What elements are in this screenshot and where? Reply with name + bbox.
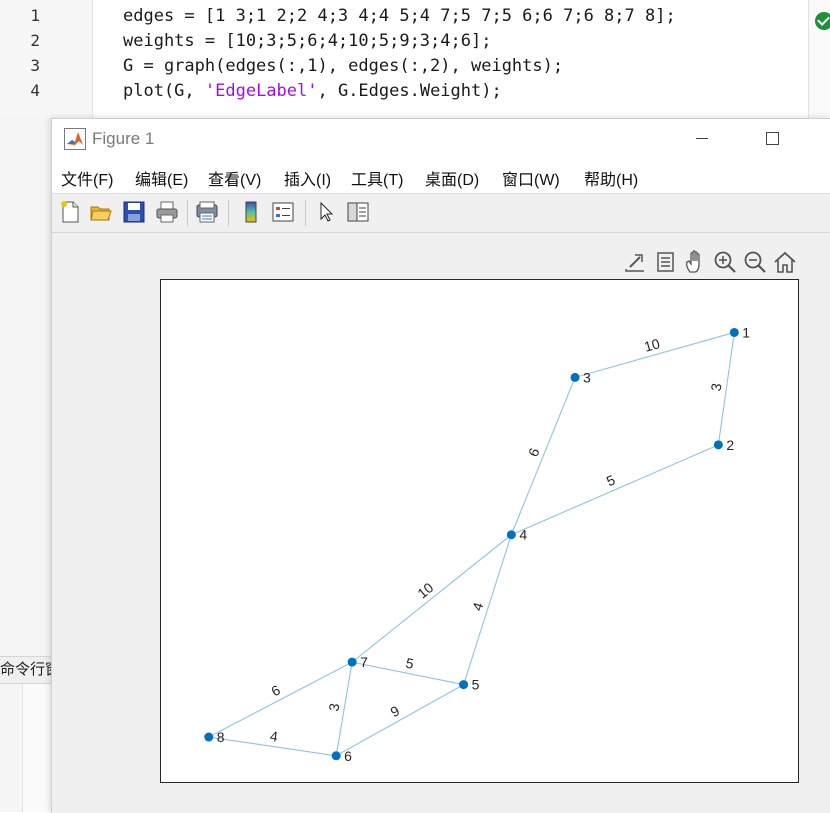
line-number: 3 bbox=[30, 56, 40, 75]
node-label: 8 bbox=[217, 729, 225, 745]
code-text: , G.Edges.Weight); bbox=[317, 81, 502, 101]
graph-edge-5-6 bbox=[335, 684, 464, 757]
colorbar-icon[interactable] bbox=[239, 200, 263, 224]
graph-node-1[interactable] bbox=[729, 327, 739, 337]
edge-weight-label: 4 bbox=[469, 600, 487, 612]
node-label: 4 bbox=[519, 527, 527, 543]
print-icon[interactable] bbox=[155, 200, 179, 224]
minimize-icon[interactable] bbox=[696, 138, 708, 139]
edge-weight-label: 3 bbox=[708, 382, 725, 392]
figure-toolbar bbox=[52, 194, 830, 233]
edge-weight-label: 3 bbox=[325, 702, 342, 713]
code-line[interactable]: plot(G, 'EdgeLabel', G.Edges.Weight); bbox=[123, 81, 502, 101]
menu-bar: 文件(F) 编辑(E) 查看(V) 插入(I) 工具(T) 桌面(D) 窗口(W… bbox=[52, 159, 830, 194]
node-label: 1 bbox=[742, 324, 750, 340]
graph-edge-4-5 bbox=[463, 534, 512, 685]
graph-node-7[interactable] bbox=[347, 657, 357, 667]
matlab-icon bbox=[64, 128, 86, 150]
graph-node-2[interactable] bbox=[713, 440, 723, 450]
zoom-in-icon[interactable] bbox=[712, 249, 738, 275]
menu-file[interactable]: 文件(F) bbox=[61, 166, 113, 190]
edge-weight-label: 10 bbox=[414, 579, 436, 601]
code-editor[interactable]: 1 edges = [1 3;1 2;2 4;3 4;4 5;4 7;5 7;5 … bbox=[0, 0, 830, 118]
node-label: 6 bbox=[344, 748, 352, 764]
menu-edit[interactable]: 编辑(E) bbox=[135, 166, 188, 190]
open-file-icon[interactable] bbox=[89, 200, 113, 224]
edge-weight-label: 9 bbox=[388, 702, 403, 720]
menu-tools[interactable]: 工具(T) bbox=[351, 166, 403, 190]
menu-window[interactable]: 窗口(W) bbox=[502, 166, 560, 190]
code-line[interactable]: weights = [10;3;5;6;4;10;5;9;3;4;6]; bbox=[123, 31, 491, 51]
menu-insert[interactable]: 插入(I) bbox=[284, 166, 331, 190]
edge-weight-label: 6 bbox=[525, 445, 543, 458]
node-label: 5 bbox=[472, 677, 480, 693]
code-text: weights = [10;3;5;6;4;10;5;9;3;4;6]; bbox=[123, 31, 492, 51]
new-figure-icon[interactable] bbox=[58, 200, 82, 224]
pan-icon[interactable] bbox=[682, 249, 708, 275]
command-window-header[interactable]: 命令行窗口 bbox=[0, 656, 52, 684]
edge-weight-label: 5 bbox=[404, 655, 415, 672]
node-label: 7 bbox=[360, 654, 368, 670]
zoom-out-icon[interactable] bbox=[742, 249, 768, 275]
data-tips-icon[interactable] bbox=[652, 249, 678, 275]
toolbar-separator bbox=[187, 200, 188, 226]
save-icon[interactable] bbox=[122, 200, 146, 224]
command-window[interactable] bbox=[22, 684, 53, 812]
edge-weight-label: 6 bbox=[269, 681, 284, 699]
graph-node-5[interactable] bbox=[459, 680, 469, 690]
check-circle-icon bbox=[815, 12, 830, 30]
edge-weight-label: 4 bbox=[269, 728, 279, 745]
code-line[interactable]: edges = [1 3;1 2;2 4;3 4;4 5;4 7;5 7;5 6… bbox=[123, 6, 676, 26]
print-preview-icon[interactable] bbox=[195, 200, 219, 224]
menu-help[interactable]: 帮助(H) bbox=[584, 166, 638, 190]
toolbar-separator bbox=[305, 200, 306, 226]
line-number: 2 bbox=[30, 31, 40, 50]
code-text: G = graph(edges(:,1), edges(:,2), weight… bbox=[123, 56, 564, 76]
figure-window: Figure 1 文件(F) 编辑(E) 查看(V) 插入(I) 工具(T) 桌… bbox=[51, 118, 830, 813]
graph-edge-4-7 bbox=[351, 534, 512, 663]
code-string-literal: 'EdgeLabel' bbox=[204, 81, 318, 101]
node-label: 3 bbox=[583, 369, 591, 385]
edge-weight-label: 10 bbox=[642, 335, 662, 355]
legend-icon[interactable] bbox=[271, 200, 295, 224]
menu-view[interactable]: 查看(V) bbox=[208, 166, 261, 190]
export-icon[interactable] bbox=[622, 249, 648, 275]
property-inspector-icon[interactable] bbox=[346, 200, 370, 224]
menu-desktop[interactable]: 桌面(D) bbox=[425, 166, 479, 190]
edge-weight-label: 5 bbox=[604, 471, 618, 489]
node-label: 2 bbox=[726, 437, 734, 453]
code-line[interactable]: G = graph(edges(:,1), edges(:,2), weight… bbox=[123, 56, 563, 76]
code-text: edges = [1 3;1 2;2 4;3 4;4 5;4 7;5 7;5 6… bbox=[123, 6, 676, 26]
graph-node-8[interactable] bbox=[204, 732, 214, 742]
graph-plot: 10 3 5 6 4 10 5 9 3 4 6 1 2 3 4 5 6 7 8 bbox=[204, 324, 750, 764]
home-icon[interactable] bbox=[772, 249, 798, 275]
toolbar-separator bbox=[228, 200, 229, 226]
maximize-icon[interactable] bbox=[766, 132, 779, 145]
line-number: 1 bbox=[30, 6, 40, 25]
graph-node-6[interactable] bbox=[331, 751, 341, 761]
graph-node-4[interactable] bbox=[506, 530, 516, 540]
figure-title: Figure 1 bbox=[92, 129, 155, 148]
figure-titlebar[interactable]: Figure 1 bbox=[52, 119, 830, 159]
line-number: 4 bbox=[30, 81, 40, 100]
graph-axes[interactable]: 10 3 5 6 4 10 5 9 3 4 6 1 2 3 4 5 6 7 8 bbox=[160, 279, 799, 783]
graph-edge-7-8 bbox=[208, 661, 353, 738]
code-text: plot(G, bbox=[123, 81, 205, 101]
graph-node-3[interactable] bbox=[570, 372, 580, 382]
pointer-icon[interactable] bbox=[314, 200, 338, 224]
